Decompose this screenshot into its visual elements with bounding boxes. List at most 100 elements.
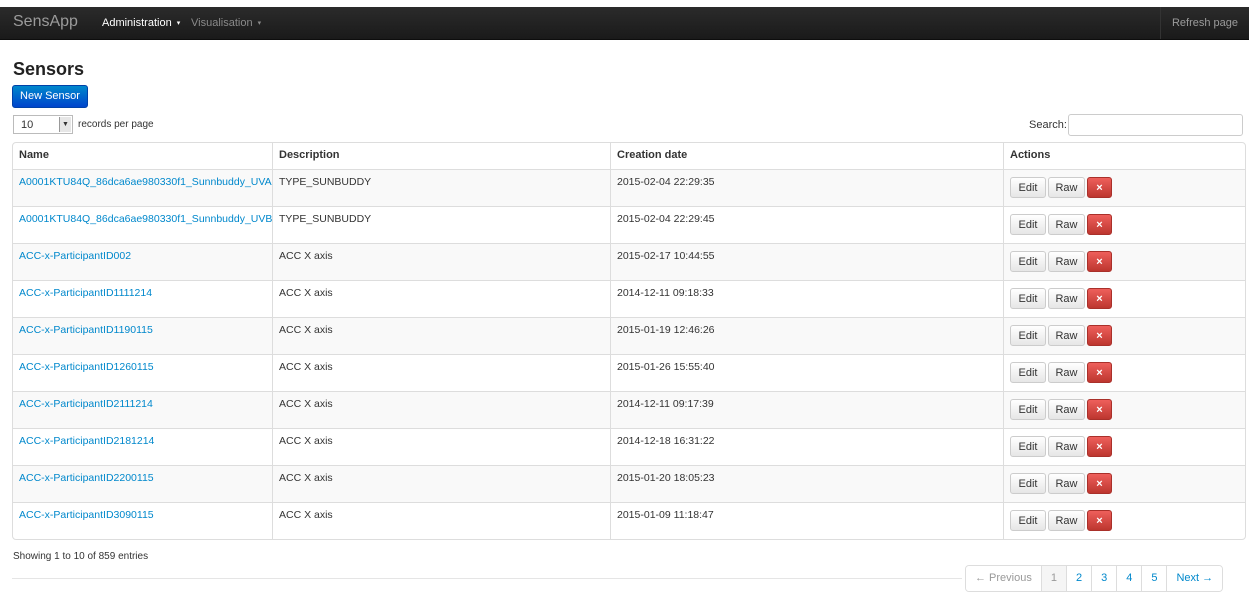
nav-visualisation-label: Visualisation xyxy=(191,17,253,29)
sensor-name-link[interactable]: ACC-x-ParticipantID1190115 xyxy=(19,324,153,336)
edit-button[interactable]: Edit xyxy=(1010,399,1046,420)
cell-actions: Edit Raw × xyxy=(1003,391,1245,428)
divider xyxy=(12,578,962,579)
cell-actions: Edit Raw × xyxy=(1003,317,1245,354)
cell-description: ACC X axis xyxy=(272,465,610,502)
cell-actions: Edit Raw × xyxy=(1003,206,1245,243)
sensor-name-link[interactable]: A0001KTU84Q_86dca6ae980330f1_Sunnbuddy_U… xyxy=(19,176,272,188)
sensor-name-link[interactable]: ACC-x-ParticipantID1260115 xyxy=(19,361,154,373)
raw-button[interactable]: Raw xyxy=(1048,362,1085,383)
table-row: A0001KTU84Q_86dca6ae980330f1_Sunnbuddy_U… xyxy=(13,169,1245,206)
records-per-page-select[interactable]: 10 ▼ xyxy=(13,115,73,134)
delete-button[interactable]: × xyxy=(1087,288,1112,309)
delete-button[interactable]: × xyxy=(1087,251,1112,272)
cell-actions: Edit Raw × xyxy=(1003,280,1245,317)
cell-actions: Edit Raw × xyxy=(1003,243,1245,280)
table-row: ACC-x-ParticipantID1111214 ACC X axis 2014… xyxy=(13,280,1245,317)
pagination-page-1[interactable]: 1 xyxy=(1040,566,1066,591)
edit-button[interactable]: Edit xyxy=(1010,288,1046,309)
cell-description: ACC X axis xyxy=(272,317,610,354)
pagination-page-5[interactable]: 5 xyxy=(1141,566,1167,591)
table-row: A0001KTU84Q_86dca6ae980330f1_Sunnbuddy_U… xyxy=(13,206,1245,243)
sensor-name-link[interactable]: ACC-x-ParticipantID002 xyxy=(19,250,131,262)
edit-button[interactable]: Edit xyxy=(1010,436,1046,457)
edit-button[interactable]: Edit xyxy=(1010,251,1046,272)
column-header-name[interactable]: Name xyxy=(13,143,272,169)
cell-creation-date: 2015-02-04 22:29:45 xyxy=(610,206,1003,243)
cell-actions: Edit Raw × xyxy=(1003,502,1245,539)
refresh-page-link[interactable]: Refresh page xyxy=(1160,7,1249,39)
cell-name: A0001KTU84Q_86dca6ae980330f1_Sunnbuddy_U… xyxy=(13,206,272,243)
sensor-name-link[interactable]: ACC-x-ParticipantID1111214 xyxy=(19,287,152,299)
cell-description: TYPE_SUNBUDDY xyxy=(272,206,610,243)
column-header-description[interactable]: Description xyxy=(272,143,610,169)
search-input[interactable] xyxy=(1068,114,1243,136)
pagination-page-3[interactable]: 3 xyxy=(1091,566,1117,591)
edit-button[interactable]: Edit xyxy=(1010,473,1046,494)
cell-description: ACC X axis xyxy=(272,428,610,465)
top-navbar: SensApp Administration ▾ Visualisation ▾… xyxy=(0,7,1249,40)
table-header-row: Name Description Creation date Actions xyxy=(13,143,1245,169)
cell-creation-date: 2014-12-11 09:18:33 xyxy=(610,280,1003,317)
sensor-name-link[interactable]: ACC-x-ParticipantID3090115 xyxy=(19,509,154,521)
raw-button[interactable]: Raw xyxy=(1048,473,1085,494)
pagination-page-2[interactable]: 2 xyxy=(1065,566,1092,591)
cell-creation-date: 2015-01-09 11:18:47 xyxy=(610,502,1003,539)
column-header-actions: Actions xyxy=(1003,143,1245,169)
cell-name: ACC-x-ParticipantID002 xyxy=(13,243,272,280)
chevron-down-icon: ▼ xyxy=(59,117,71,132)
table-row: ACC-x-ParticipantID2181214 ACC X axis 2014… xyxy=(13,428,1245,465)
edit-button[interactable]: Edit xyxy=(1010,510,1046,531)
delete-button[interactable]: × xyxy=(1087,177,1112,198)
sensor-name-link[interactable]: A0001KTU84Q_86dca6ae980330f1_Sunnbuddy_U… xyxy=(19,213,272,225)
new-sensor-button[interactable]: New Sensor xyxy=(12,85,88,108)
delete-button[interactable]: × xyxy=(1087,399,1112,420)
pagination-page-4[interactable]: 4 xyxy=(1116,566,1142,591)
delete-button[interactable]: × xyxy=(1087,325,1112,346)
pagination-previous[interactable]: ← Previous xyxy=(966,566,1041,591)
raw-button[interactable]: Raw xyxy=(1048,325,1085,346)
raw-button[interactable]: Raw xyxy=(1048,436,1085,457)
raw-button[interactable]: Raw xyxy=(1048,251,1085,272)
raw-button[interactable]: Raw xyxy=(1048,214,1085,235)
nav-visualisation[interactable]: Visualisation ▾ xyxy=(191,17,261,29)
cell-actions: Edit Raw × xyxy=(1003,428,1245,465)
edit-button[interactable]: Edit xyxy=(1010,177,1046,198)
brand-logo[interactable]: SensApp xyxy=(13,13,78,31)
cell-name: ACC-x-ParticipantID1111214 xyxy=(13,280,272,317)
raw-button[interactable]: Raw xyxy=(1048,510,1085,531)
pagination-next[interactable]: Next → xyxy=(1166,566,1223,591)
cell-description: TYPE_SUNBUDDY xyxy=(272,169,610,206)
cell-description: ACC X axis xyxy=(272,502,610,539)
cell-creation-date: 2015-01-19 12:46:26 xyxy=(610,317,1003,354)
delete-button[interactable]: × xyxy=(1087,510,1112,531)
nav-administration[interactable]: Administration ▾ xyxy=(102,17,180,29)
edit-button[interactable]: Edit xyxy=(1010,362,1046,383)
records-per-page-label: records per page xyxy=(78,119,154,130)
edit-button[interactable]: Edit xyxy=(1010,325,1046,346)
sensor-name-link[interactable]: ACC-x-ParticipantID2111214 xyxy=(19,398,153,410)
raw-button[interactable]: Raw xyxy=(1048,399,1085,420)
sensors-table: Name Description Creation date Actions A… xyxy=(12,142,1246,540)
column-header-creation-date[interactable]: Creation date xyxy=(610,143,1003,169)
raw-button[interactable]: Raw xyxy=(1048,177,1085,198)
cell-name: ACC-x-ParticipantID2181214 xyxy=(13,428,272,465)
cell-name: A0001KTU84Q_86dca6ae980330f1_Sunnbuddy_U… xyxy=(13,169,272,206)
sensor-name-link[interactable]: ACC-x-ParticipantID2181214 xyxy=(19,435,154,447)
delete-button[interactable]: × xyxy=(1087,473,1112,494)
table-row: ACC-x-ParticipantID002 ACC X axis 2015-02-… xyxy=(13,243,1245,280)
cell-description: ACC X axis xyxy=(272,354,610,391)
cell-creation-date: 2015-02-04 22:29:35 xyxy=(610,169,1003,206)
records-per-page-value: 10 xyxy=(21,119,34,131)
cell-name: ACC-x-ParticipantID2111214 xyxy=(13,391,272,428)
cell-actions: Edit Raw × xyxy=(1003,465,1245,502)
cell-creation-date: 2015-02-17 10:44:55 xyxy=(610,243,1003,280)
delete-button[interactable]: × xyxy=(1087,214,1112,235)
delete-button[interactable]: × xyxy=(1087,436,1112,457)
raw-button[interactable]: Raw xyxy=(1048,288,1085,309)
cell-description: ACC X axis xyxy=(272,391,610,428)
sensor-name-link[interactable]: ACC-x-ParticipantID2200115 xyxy=(19,472,154,484)
chevron-down-icon: ▾ xyxy=(176,20,181,28)
delete-button[interactable]: × xyxy=(1087,362,1112,383)
edit-button[interactable]: Edit xyxy=(1010,214,1046,235)
